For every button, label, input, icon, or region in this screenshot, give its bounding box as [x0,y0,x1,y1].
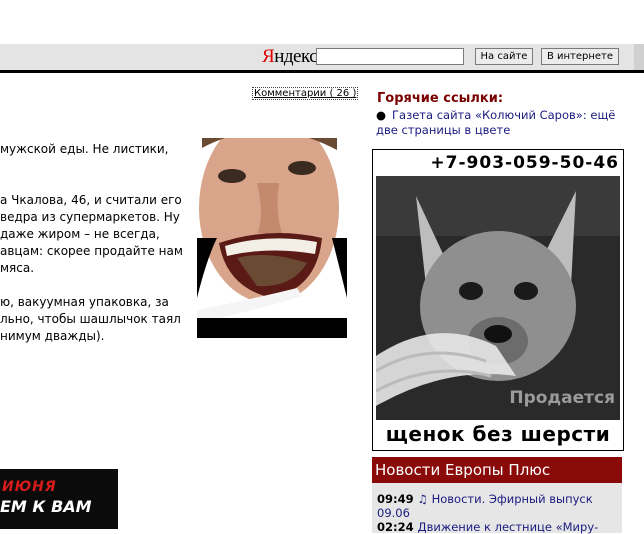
yandex-logo[interactable]: Яндекс [262,46,318,67]
ad-overlay-text: Продается [509,388,615,408]
event-banner[interactable]: ИЮНЯ ЕМ К ВАМ [0,469,118,529]
man-eating-image [197,138,347,338]
article-line: ведра из супермаркетов. Ну [0,210,180,224]
banner-line-2: ЕМ К ВАМ [0,497,92,516]
puppy-ad[interactable]: +7-903-059-50-46 Продается щенок без шер… [372,149,624,451]
search-internet-button[interactable]: В интернете [541,48,619,65]
banner-line-1: ИЮНЯ [2,479,57,495]
news-time: 02:24 [377,520,414,534]
news-link: Движение к лестнице «Миру- [417,520,599,534]
article-line: нимум дважды). [0,329,105,343]
hot-links-title: Горячие ссылки: [377,91,504,106]
comments-link[interactable]: Комментарии ( 26 ) [252,87,359,100]
article-photo [197,138,347,338]
hot-link-text: Газета сайта «Колючий Саров»: ещё две ст… [376,108,616,137]
article-line: авцам: скорее продайте нам [0,244,183,258]
top-area [0,0,644,44]
header-divider [0,70,644,73]
hairless-puppy-image [376,176,620,420]
article-line: мужской еды. Не листики, [0,142,169,156]
ad-caption: щенок без шерсти [373,420,623,450]
article-line [0,175,193,192]
article-line: ю, вакуумная упаковка, за [0,295,169,309]
window-edge [634,44,644,70]
puppy-image [376,176,620,420]
bullet-icon: ● [376,108,387,122]
article-line: льно, чтобы шашлычок таял [0,312,181,326]
yandex-search-input[interactable] [316,48,464,65]
article-line: а Чкалова, 46, и считали его [0,193,182,207]
news-list: 09:49 ♫ Новости. Эфирный выпуск 09.06 02:… [372,483,622,534]
news-time: 09:49 [377,492,414,506]
news-item[interactable]: 02:24 Движение к лестнице «Миру- [377,520,617,534]
hot-link-item[interactable]: ● Газета сайта «Колючий Саров»: ещё две с… [376,108,626,138]
news-europa-plus-title: Новости Европы Плюс [372,457,622,483]
news-item[interactable]: 09:49 ♫ Новости. Эфирный выпуск 09.06 [377,492,617,520]
article-line: мяса. [0,261,35,275]
search-on-site-button[interactable]: На сайте [475,48,533,65]
article-line [0,277,193,294]
yandex-logo-rest: ндекс [274,46,318,67]
yandex-logo-first-letter: Я [262,46,275,67]
article-text: мужской еды. Не листики, а Чкалова, 46, … [0,141,193,345]
ad-phone: +7-903-059-50-46 [373,150,623,176]
page-right-margin [632,73,644,533]
article-line [0,158,193,175]
article-line: даже жиром – не всегда, [0,227,160,241]
